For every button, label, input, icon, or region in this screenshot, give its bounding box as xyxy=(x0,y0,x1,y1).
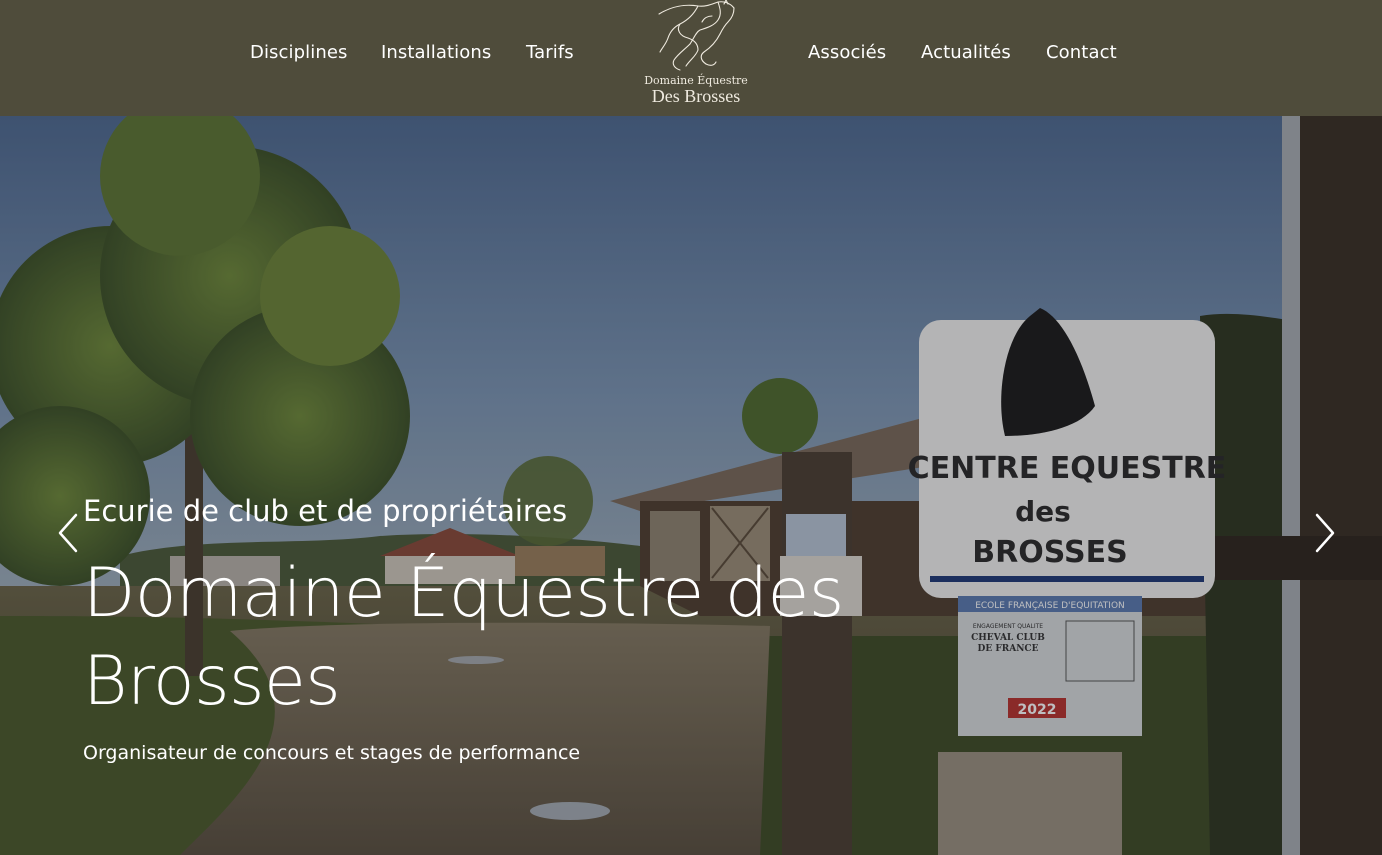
nav-tarifs[interactable]: Tarifs xyxy=(526,42,574,63)
nav-associes[interactable]: Associés xyxy=(808,42,886,63)
hero-tagline: Organisateur de concours et stages de pe… xyxy=(83,742,581,764)
logo-text-line2: Des Brosses xyxy=(651,86,741,106)
hero-subtitle: Ecurie de club et de propriétaires xyxy=(83,494,568,528)
nav-contact[interactable]: Contact xyxy=(1046,42,1117,63)
chevron-right-icon xyxy=(1315,513,1335,553)
horse-logo-icon xyxy=(658,0,735,71)
hero-slider: CENTRE EQUESTRE des BROSSES ECOLE FRANÇA… xyxy=(0,116,1382,855)
nav-installations[interactable]: Installations xyxy=(381,42,491,63)
nav-disciplines[interactable]: Disciplines xyxy=(250,42,348,63)
slider-next-button[interactable] xyxy=(1311,511,1339,555)
site-logo[interactable]: Domaine Équestre Des Brosses xyxy=(640,0,752,110)
site-header: Disciplines Installations Tarifs Domaine… xyxy=(0,0,1382,116)
chevron-left-icon xyxy=(58,513,78,553)
hero-title: Domaine Équestre des Brosses xyxy=(83,554,844,721)
slider-prev-button[interactable] xyxy=(54,511,82,555)
nav-actualites[interactable]: Actualités xyxy=(921,42,1011,63)
page: Disciplines Installations Tarifs Domaine… xyxy=(0,0,1382,855)
